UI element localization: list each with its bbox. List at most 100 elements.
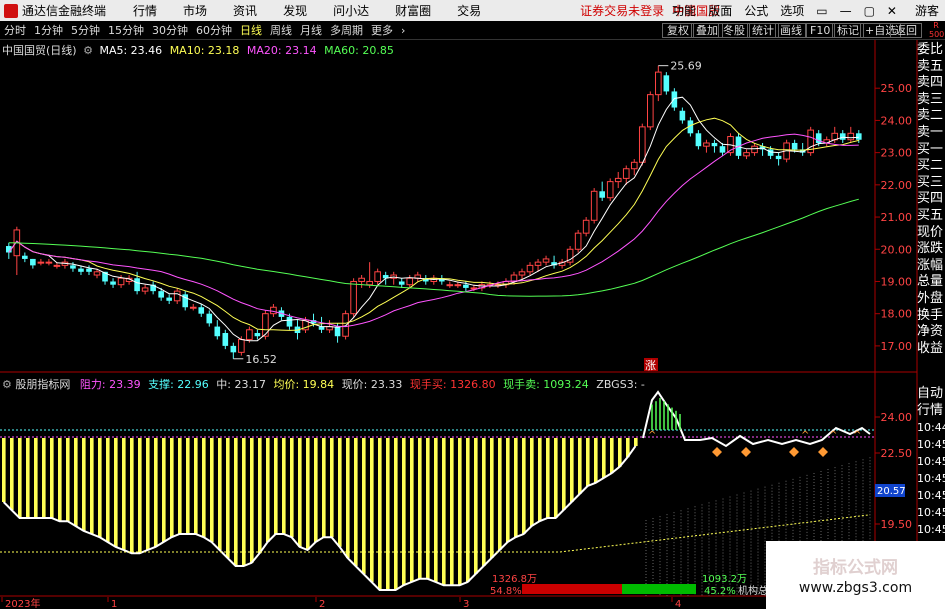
candle-body-up: [366, 280, 373, 286]
indicator-bar: [18, 438, 22, 518]
candle-body-down: [599, 191, 605, 198]
y-tick-label: 24.00: [881, 114, 913, 127]
candle-body-down: [198, 307, 205, 314]
right-label[interactable]: 卖四: [917, 75, 945, 92]
right-label[interactable]: 涨跌: [917, 241, 945, 258]
right-label[interactable]: 买四: [917, 191, 945, 208]
right-label[interactable]: 委比: [917, 42, 945, 59]
candle-body-down: [663, 75, 670, 92]
indicator-bar: [290, 438, 294, 538]
candle-body-down: [671, 91, 678, 108]
indicator-buy: 现手买: 1326.80: [409, 378, 496, 391]
right-label[interactable]: 买一: [917, 142, 945, 159]
y-tick-label: 21.00: [881, 211, 913, 224]
indicator-bar: [154, 438, 158, 547]
ma-line-ma20: [8, 133, 859, 328]
candle-body-up: [655, 71, 662, 96]
candle-body-down: [839, 133, 846, 140]
candle-body-up: [262, 313, 269, 337]
indicator-sell: 现手卖: 1093.24: [503, 378, 589, 391]
candle-body-up: [638, 126, 646, 163]
indicator-bar: [394, 438, 398, 590]
candle-body-up: [141, 287, 149, 292]
x-tick-label: 2: [319, 599, 325, 609]
indicator-bar: [122, 438, 126, 550]
candle-body-down: [22, 255, 28, 259]
candle-body-down: [398, 281, 405, 285]
indicator-mid: 中: 23.17: [216, 378, 266, 391]
main-chart-info: 中国国贸(日线) ⚙ MA5: 23.46 MA10: 23.18 MA20: …: [2, 42, 394, 58]
candle-body-up: [582, 219, 590, 234]
candle-body-down: [166, 297, 172, 301]
indicator-bar: [162, 438, 166, 542]
sell-pct-label: 45.2%: [704, 586, 736, 597]
right-label[interactable]: 现价: [917, 225, 945, 242]
kline-chart[interactable]: 25.00 24.00 23.00 22.00 21.00 20.00 19.00 18.00…: [0, 0, 945, 609]
indicator-bar: [218, 438, 222, 550]
high-label: 25.69: [670, 60, 702, 73]
right-label[interactable]: 买五: [917, 208, 945, 225]
indicator-bar: [242, 438, 246, 566]
y-tick-label: 24.00: [881, 411, 913, 424]
candle-body-down: [158, 291, 164, 298]
right-label[interactable]: 买二: [917, 158, 945, 175]
stock-chart-name: 中国国贸(日线): [2, 44, 77, 57]
y-tick-label: 22.00: [881, 179, 913, 192]
indicator-bar: [186, 438, 190, 534]
right-label[interactable]: 卖一: [917, 125, 945, 142]
indicator-bar: [66, 438, 70, 522]
candle-body-up: [574, 232, 582, 250]
right-label[interactable]: 卖三: [917, 92, 945, 109]
candle-body-up: [751, 145, 758, 154]
indicator-bar: [546, 438, 550, 518]
indicator-bar: [202, 438, 206, 538]
watermark-url: www.zbgs3.com: [798, 580, 913, 596]
indicator-bar: [322, 438, 326, 538]
right-label[interactable]: 换手: [917, 308, 945, 325]
indicator-bar: [26, 438, 30, 518]
indicator-bar: [90, 438, 94, 534]
indicator-bar: [442, 438, 446, 586]
right-panel-labels: 委比 卖五 卖四 卖三 卖二 卖一 买一 买二 买三 买四 买五 现价 涨跌 涨…: [917, 42, 945, 357]
candle-body-up: [847, 132, 855, 141]
candle-body-up: [743, 152, 750, 157]
indicator-bar: [410, 438, 414, 582]
right-label[interactable]: 自动: [917, 385, 945, 402]
indicator-bar: [594, 438, 598, 483]
indicator-name: 股朋指标网: [15, 378, 71, 391]
candle-body-up: [542, 258, 550, 263]
time-label: 10:45: [917, 472, 945, 485]
right-label[interactable]: 外盘: [917, 291, 945, 308]
indicator-bar: [490, 438, 494, 558]
indicator-bar: [354, 438, 358, 566]
x-axis: 2023年 1 2 3 4: [0, 597, 766, 609]
settings-gear-icon[interactable]: ⚙: [2, 378, 12, 391]
x-tick-label: 3: [463, 599, 469, 609]
right-label[interactable]: 收益: [917, 341, 945, 358]
indicator-zbgs3: ZBGS3: -: [596, 378, 645, 391]
indicator-bar: [402, 438, 406, 586]
right-label[interactable]: 涨幅: [917, 258, 945, 275]
candle-body-up: [526, 264, 534, 273]
indicator-bar: [50, 438, 54, 518]
right-label[interactable]: 净资: [917, 324, 945, 341]
right-label[interactable]: 卖二: [917, 108, 945, 125]
indicator-bar: [482, 438, 486, 566]
indicator-bar: [346, 438, 350, 558]
candle-body-up: [270, 306, 277, 315]
indicator-resistance: 阻力: 23.39: [79, 378, 141, 391]
indicator-bar: [522, 438, 526, 534]
right-label[interactable]: 总量: [917, 274, 945, 291]
candle-body-down: [134, 278, 140, 292]
candle-body-up: [630, 161, 638, 170]
settings-gear-icon[interactable]: ⚙: [83, 44, 93, 57]
candle-body-down: [206, 313, 213, 324]
candle-body-up: [93, 271, 101, 276]
candle-body-down: [334, 326, 341, 337]
y-axis-main: 25.00 24.00 23.00 22.00 21.00 20.00 19.00 18.00…: [875, 82, 912, 353]
buy-volume-label: 1326.8万: [492, 574, 537, 585]
right-label[interactable]: 卖五: [917, 59, 945, 76]
right-label[interactable]: 行情: [917, 402, 945, 419]
ma5-label: MA5: 23.46: [99, 44, 163, 57]
right-label[interactable]: 买三: [917, 175, 945, 192]
